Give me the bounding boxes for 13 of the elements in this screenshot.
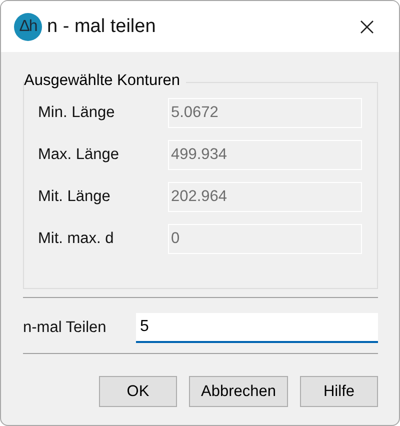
field-label: Max. Länge (38, 146, 120, 164)
field-label: Min. Länge (38, 104, 116, 122)
close-icon (360, 20, 374, 34)
input-field[interactable]: 5 (136, 313, 378, 343)
dialog-button[interactable]: Abbrechen (189, 376, 288, 407)
dialog-button[interactable]: Hilfe (300, 376, 378, 407)
group-title: Ausgewählte Konturen (24, 72, 186, 90)
window-title: n - mal teilen (47, 16, 157, 38)
dialog-button[interactable]: OK (99, 376, 177, 407)
app-logo: Δh (14, 12, 42, 40)
field-label: n-mal Teilen (23, 319, 108, 337)
field-label: Mit. max. d (38, 230, 115, 248)
field-label: Mit. Länge (38, 188, 112, 206)
